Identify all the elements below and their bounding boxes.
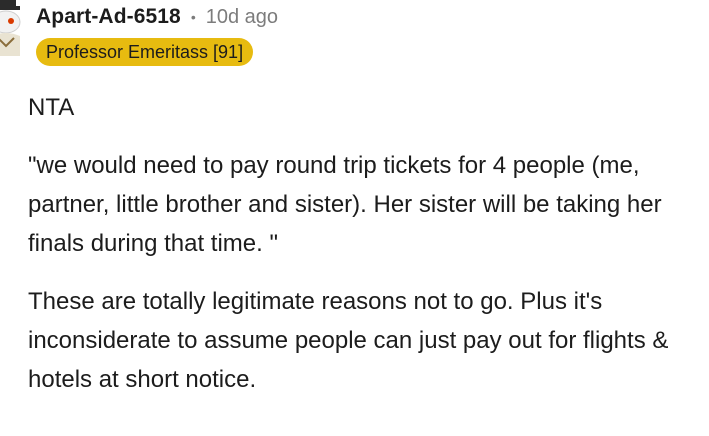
avatar[interactable] [0,0,26,56]
comment-body: NTA "we would need to pay round trip tic… [28,88,700,399]
comment-header: Apart-Ad-6518 • 10d ago [36,4,278,30]
comment-paragraph: "we would need to pay round trip tickets… [28,152,662,257]
meta-separator: • [190,9,196,25]
username-link[interactable]: Apart-Ad-6518 [36,5,181,29]
snoo-avatar-icon [0,0,21,56]
comment-paragraph: NTA [28,94,75,121]
user-flair: Professor Emeritass [91] [36,38,254,66]
comment-age[interactable]: 10d ago [206,6,278,29]
comment-paragraph: These are totally legitimate reasons not… [28,288,669,393]
